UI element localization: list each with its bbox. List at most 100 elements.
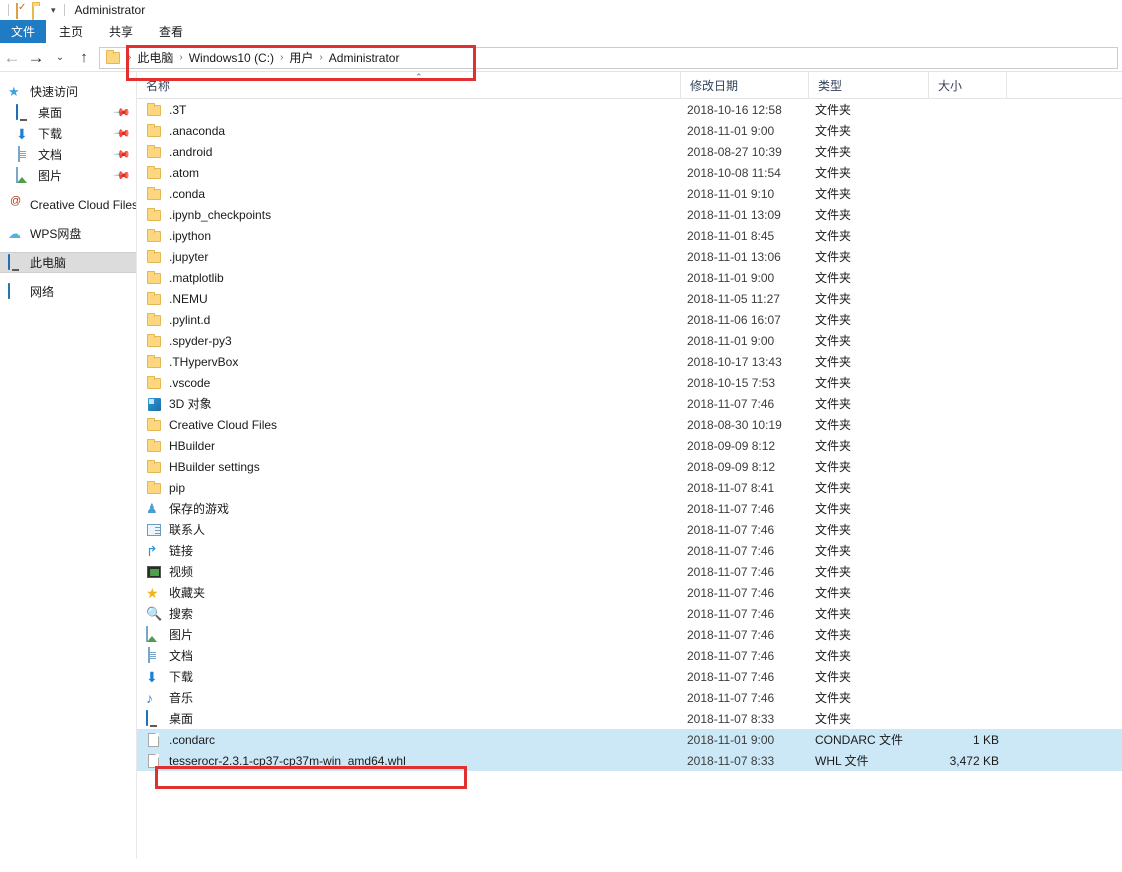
- file-name-cell[interactable]: .vscode: [137, 372, 681, 393]
- file-name-cell[interactable]: .conda: [137, 183, 681, 204]
- file-name-cell[interactable]: ★ 收藏夹: [137, 582, 681, 603]
- column-header-type[interactable]: 类型: [809, 71, 929, 99]
- pin-icon[interactable]: 📌: [113, 124, 132, 143]
- file-name-cell[interactable]: HBuilder settings: [137, 456, 681, 477]
- recent-locations-button[interactable]: ⌄: [48, 46, 72, 70]
- table-row[interactable]: HBuilder 2018-09-09 8:12 文件夹: [137, 435, 1122, 456]
- breadcrumb-item-administrator[interactable]: Administrator: [329, 51, 400, 65]
- table-row[interactable]: ♪ 音乐 2018-11-07 7:46 文件夹: [137, 687, 1122, 708]
- table-row[interactable]: 视频 2018-11-07 7:46 文件夹: [137, 561, 1122, 582]
- table-row[interactable]: ↱ 链接 2018-11-07 7:46 文件夹: [137, 540, 1122, 561]
- file-name-cell[interactable]: .THypervBox: [137, 351, 681, 372]
- column-header-size[interactable]: 大小: [929, 71, 1007, 99]
- table-row[interactable]: .matplotlib 2018-11-01 9:00 文件夹: [137, 267, 1122, 288]
- sidebar-item-creative-cloud-files[interactable]: Creative Cloud Files: [0, 194, 138, 215]
- table-row[interactable]: .THypervBox 2018-10-17 13:43 文件夹: [137, 351, 1122, 372]
- file-name-cell[interactable]: .anaconda: [137, 120, 681, 141]
- up-button[interactable]: ↑: [72, 46, 96, 70]
- tab-file[interactable]: 文件: [0, 20, 47, 43]
- table-row[interactable]: .ipynb_checkpoints 2018-11-01 13:09 文件夹: [137, 204, 1122, 225]
- file-name-cell[interactable]: .android: [137, 141, 681, 162]
- breadcrumb-item-windows10-c[interactable]: Windows10 (C:): [189, 51, 274, 65]
- pin-icon[interactable]: 📌: [113, 166, 132, 185]
- breadcrumb-item-users[interactable]: 用户: [289, 49, 313, 66]
- file-name-cell[interactable]: 🔍 搜索: [137, 603, 681, 624]
- file-name-cell[interactable]: ↱ 链接: [137, 540, 681, 561]
- table-row[interactable]: .android 2018-08-27 10:39 文件夹: [137, 141, 1122, 162]
- table-row[interactable]: pip 2018-11-07 8:41 文件夹: [137, 477, 1122, 498]
- table-row[interactable]: .3T 2018-10-16 12:58 文件夹: [137, 99, 1122, 120]
- table-row[interactable]: .jupyter 2018-11-01 13:06 文件夹: [137, 246, 1122, 267]
- tab-share[interactable]: 共享: [96, 20, 146, 43]
- forward-button[interactable]: →: [24, 46, 48, 70]
- pin-icon[interactable]: 📌: [113, 145, 132, 164]
- column-header-date-modified[interactable]: 修改日期: [681, 71, 809, 99]
- tab-home[interactable]: 主页: [46, 20, 96, 43]
- column-header-name[interactable]: 名称 ⌃: [137, 71, 681, 99]
- file-name-cell[interactable]: Creative Cloud Files: [137, 414, 681, 435]
- file-name-cell[interactable]: pip: [137, 477, 681, 498]
- folder-icon[interactable]: [106, 49, 120, 64]
- table-row[interactable]: .ipython 2018-11-01 8:45 文件夹: [137, 225, 1122, 246]
- table-row[interactable]: 桌面 2018-11-07 8:33 文件夹: [137, 708, 1122, 729]
- table-row[interactable]: 3D 对象 2018-11-07 7:46 文件夹: [137, 393, 1122, 414]
- file-name-cell[interactable]: 3D 对象: [137, 393, 681, 414]
- sidebar-item-pictures[interactable]: 图片 📌: [0, 165, 136, 186]
- file-name-cell[interactable]: .matplotlib: [137, 267, 681, 288]
- table-row[interactable]: .vscode 2018-10-15 7:53 文件夹: [137, 372, 1122, 393]
- sidebar-item-this-pc[interactable]: 此电脑: [0, 252, 136, 273]
- sidebar-item-downloads[interactable]: ⬇ 下载 📌: [0, 123, 136, 144]
- file-name-cell[interactable]: .condarc: [137, 729, 681, 750]
- table-row[interactable]: Creative Cloud Files 2018-08-30 10:19 文件夹: [137, 414, 1122, 435]
- file-name-cell[interactable]: 联系人: [137, 519, 681, 540]
- file-name-cell[interactable]: .NEMU: [137, 288, 681, 309]
- table-row[interactable]: 文档 2018-11-07 7:46 文件夹: [137, 645, 1122, 666]
- file-name-cell[interactable]: .ipython: [137, 225, 681, 246]
- table-row[interactable]: .atom 2018-10-08 11:54 文件夹: [137, 162, 1122, 183]
- table-row[interactable]: ★ 收藏夹 2018-11-07 7:46 文件夹: [137, 582, 1122, 603]
- table-row[interactable]: .conda 2018-11-01 9:10 文件夹: [137, 183, 1122, 204]
- file-name-cell[interactable]: 文档: [137, 645, 681, 666]
- table-row[interactable]: ⬇ 下载 2018-11-07 7:46 文件夹: [137, 666, 1122, 687]
- table-row[interactable]: .pylint.d 2018-11-06 16:07 文件夹: [137, 309, 1122, 330]
- file-name-cell[interactable]: ♟ 保存的游戏: [137, 498, 681, 519]
- table-row[interactable]: .anaconda 2018-11-01 9:00 文件夹: [137, 120, 1122, 141]
- file-name-cell[interactable]: .pylint.d: [137, 309, 681, 330]
- tab-view[interactable]: 查看: [146, 20, 196, 43]
- chevron-down-icon[interactable]: ▾: [51, 0, 56, 20]
- breadcrumb-separator-1[interactable]: ›: [173, 52, 188, 63]
- breadcrumb-separator-2[interactable]: ›: [274, 52, 289, 63]
- table-row[interactable]: tesserocr-2.3.1-cp37-cp37m-win_amd64.whl…: [137, 750, 1122, 771]
- file-name-cell[interactable]: 视频: [137, 561, 681, 582]
- table-row[interactable]: ♟ 保存的游戏 2018-11-07 7:46 文件夹: [137, 498, 1122, 519]
- file-name-cell[interactable]: ⬇ 下载: [137, 666, 681, 687]
- breadcrumb-item-this-pc[interactable]: 此电脑: [137, 49, 173, 66]
- file-name-cell[interactable]: .ipynb_checkpoints: [137, 204, 681, 225]
- table-row[interactable]: 图片 2018-11-07 7:46 文件夹: [137, 624, 1122, 645]
- file-name-cell[interactable]: tesserocr-2.3.1-cp37-cp37m-win_amd64.whl: [137, 750, 681, 771]
- table-row[interactable]: .condarc 2018-11-01 9:00 CONDARC 文件 1 KB: [137, 729, 1122, 750]
- file-name-cell[interactable]: 图片: [137, 624, 681, 645]
- properties-icon[interactable]: [14, 2, 29, 19]
- file-name-cell[interactable]: HBuilder: [137, 435, 681, 456]
- file-name-cell[interactable]: ♪ 音乐: [137, 687, 681, 708]
- sidebar-item-network[interactable]: 网络: [0, 281, 136, 302]
- table-row[interactable]: .spyder-py3 2018-11-01 9:00 文件夹: [137, 330, 1122, 351]
- pin-icon[interactable]: 📌: [113, 103, 132, 122]
- breadcrumb-separator-3[interactable]: ›: [313, 52, 328, 63]
- file-name-cell[interactable]: .atom: [137, 162, 681, 183]
- table-row[interactable]: 联系人 2018-11-07 7:46 文件夹: [137, 519, 1122, 540]
- sidebar-item-wps-cloud[interactable]: ☁ WPS网盘: [0, 223, 136, 244]
- file-name-cell[interactable]: .jupyter: [137, 246, 681, 267]
- table-row[interactable]: HBuilder settings 2018-09-09 8:12 文件夹: [137, 456, 1122, 477]
- file-name-cell[interactable]: .3T: [137, 99, 681, 120]
- address-bar[interactable]: › 此电脑 › Windows10 (C:) › 用户 › Administra…: [99, 46, 1118, 69]
- table-row[interactable]: .NEMU 2018-11-05 11:27 文件夹: [137, 288, 1122, 309]
- file-name-cell[interactable]: .spyder-py3: [137, 330, 681, 351]
- file-name-cell[interactable]: 桌面: [137, 708, 681, 729]
- sidebar-item-desktop[interactable]: 桌面 📌: [0, 102, 136, 123]
- breadcrumb-separator-0[interactable]: ›: [122, 52, 137, 63]
- sidebar-item-documents[interactable]: 文档 📌: [0, 144, 136, 165]
- new-folder-icon[interactable]: [31, 3, 46, 20]
- sidebar-item-quick-access[interactable]: ★ 快速访问: [0, 81, 136, 102]
